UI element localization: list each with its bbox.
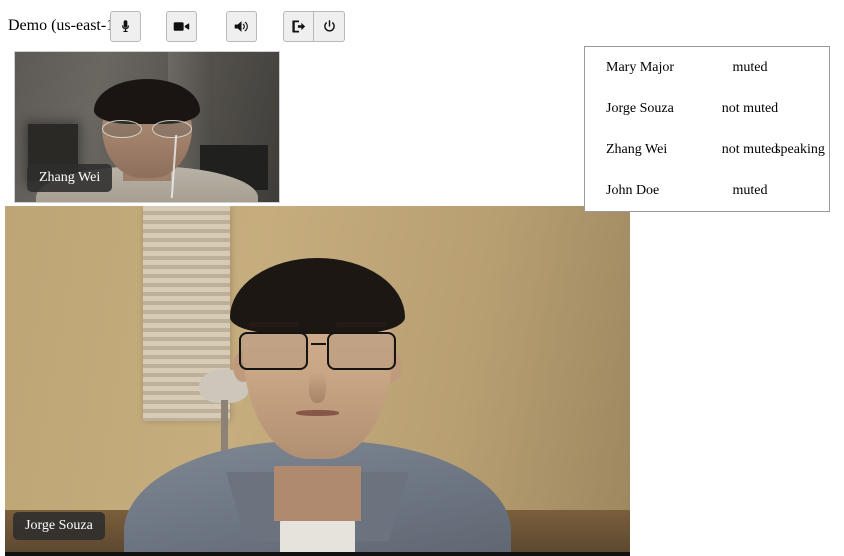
video-tile-nameplate: Zhang Wei — [27, 164, 113, 192]
video-camera-button[interactable] — [166, 11, 197, 42]
microphone-icon — [118, 19, 133, 34]
video-stream-jorge-souza — [5, 206, 630, 552]
roster-participant-name: Jorge Souza — [606, 100, 674, 116]
end-meeting-button[interactable] — [314, 11, 345, 42]
roster-row[interactable]: Jorge Souza not muted — [585, 88, 829, 129]
video-tile-nameplate: Jorge Souza — [13, 512, 105, 540]
roster-panel: Mary Major muted Jorge Souza not muted Z… — [584, 46, 830, 212]
roster-speaking-indicator: speaking — [775, 141, 825, 157]
roster-mute-status: muted — [732, 182, 768, 198]
roster-row[interactable]: Zhang Wei not muted speaking — [585, 129, 829, 170]
roster-row[interactable]: John Doe muted — [585, 170, 829, 211]
speaker-control-group — [226, 11, 257, 42]
meeting-title: Demo (us-east-1) — [8, 17, 120, 34]
leave-meeting-button[interactable] — [283, 11, 314, 42]
roster-participant-name: Mary Major — [606, 59, 675, 75]
microphone-control-group — [110, 11, 141, 42]
speaker-icon — [233, 19, 250, 34]
roster-participant-name: John Doe — [606, 182, 660, 198]
power-icon — [322, 19, 337, 34]
video-camera-icon — [173, 19, 190, 34]
roster-participant-name: Zhang Wei — [606, 141, 668, 157]
roster-mute-status: not muted — [721, 100, 779, 116]
roster-mute-status: muted — [732, 59, 768, 75]
top-bar: Demo (us-east-1) — [0, 0, 844, 50]
video-control-group — [166, 11, 197, 42]
roster-row[interactable]: Mary Major muted — [585, 47, 829, 88]
meeting-exit-control-group — [283, 11, 345, 42]
video-tile-zhang-wei[interactable]: Zhang Wei — [14, 51, 280, 203]
microphone-button[interactable] — [110, 11, 141, 42]
video-tile-jorge-souza[interactable]: Jorge Souza — [5, 206, 630, 556]
speaker-button[interactable] — [226, 11, 257, 42]
leave-icon — [291, 19, 307, 34]
